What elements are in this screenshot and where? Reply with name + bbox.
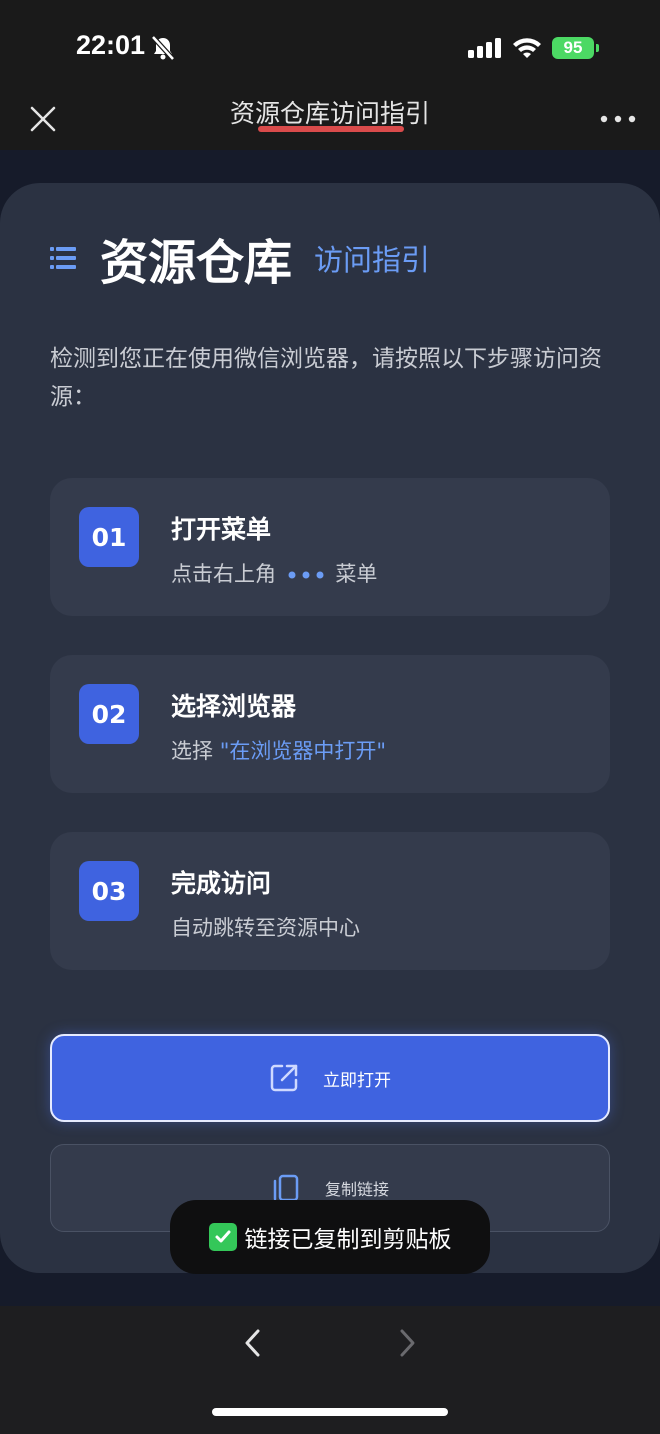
step-number: 01	[79, 507, 139, 567]
step-card-2: 02 选择浏览器 选择 "在浏览器中打开"	[50, 655, 610, 793]
open-now-label: 立即打开	[323, 1070, 391, 1091]
step-title: 完成访问	[171, 869, 272, 898]
wifi-icon	[513, 38, 541, 58]
step-description: 选择 "在浏览器中打开"	[171, 735, 386, 765]
toast-notification: 链接已复制到剪贴板	[170, 1200, 490, 1274]
step-title: 打开菜单	[171, 515, 272, 544]
step-desc-suffix: 菜单	[335, 562, 378, 586]
home-indicator	[212, 1408, 448, 1416]
step-desc-accent: "在浏览器中打开"	[219, 739, 387, 763]
step-number: 02	[79, 684, 139, 744]
step-desc-prefix: 选择	[171, 739, 220, 763]
redaction-mark	[258, 126, 404, 132]
more-dots-icon	[288, 571, 324, 579]
intro-text: 检测到您正在使用微信浏览器，请按照以下步骤访问资源：	[50, 346, 602, 410]
more-icon[interactable]	[598, 112, 638, 126]
copy-link-label: 复制链接	[324, 1180, 389, 1199]
step-description: 点击右上角 菜单	[171, 558, 377, 588]
nav-bar: 资源仓库访问指引	[0, 90, 660, 150]
step-desc-prefix: 点击右上角	[171, 562, 276, 586]
check-icon	[208, 1223, 237, 1251]
status-time: 22:01	[76, 30, 146, 60]
chevron-left-icon[interactable]	[242, 1328, 262, 1358]
open-now-button[interactable]: 立即打开	[50, 1034, 610, 1122]
toast-text: 链接已复制到剪贴板	[244, 1227, 452, 1253]
step-card-3: 03 完成访问 自动跳转至资源中心	[50, 832, 610, 970]
external-link-icon	[270, 1064, 298, 1092]
chevron-right-icon[interactable]	[398, 1328, 418, 1358]
signal-icon	[468, 38, 501, 58]
copy-icon	[273, 1174, 299, 1202]
step-title: 选择浏览器	[171, 692, 297, 721]
hero-title: 资源仓库	[100, 235, 293, 291]
bottom-toolbar	[0, 1306, 660, 1434]
list-icon	[50, 247, 76, 269]
battery-tip	[596, 44, 599, 52]
step-description: 自动跳转至资源中心	[171, 916, 360, 940]
hero-subtitle: 访问指引	[314, 243, 431, 277]
status-bar: 22:01 95	[0, 0, 660, 90]
step-card-1: 01 打开菜单 点击右上角 菜单	[50, 478, 610, 616]
hero-header: 资源仓库 访问指引	[50, 226, 431, 291]
battery-indicator: 95	[552, 37, 594, 59]
nav-title: 资源仓库访问指引	[229, 99, 430, 128]
bell-off-icon	[151, 36, 175, 60]
step-number: 03	[79, 861, 139, 921]
